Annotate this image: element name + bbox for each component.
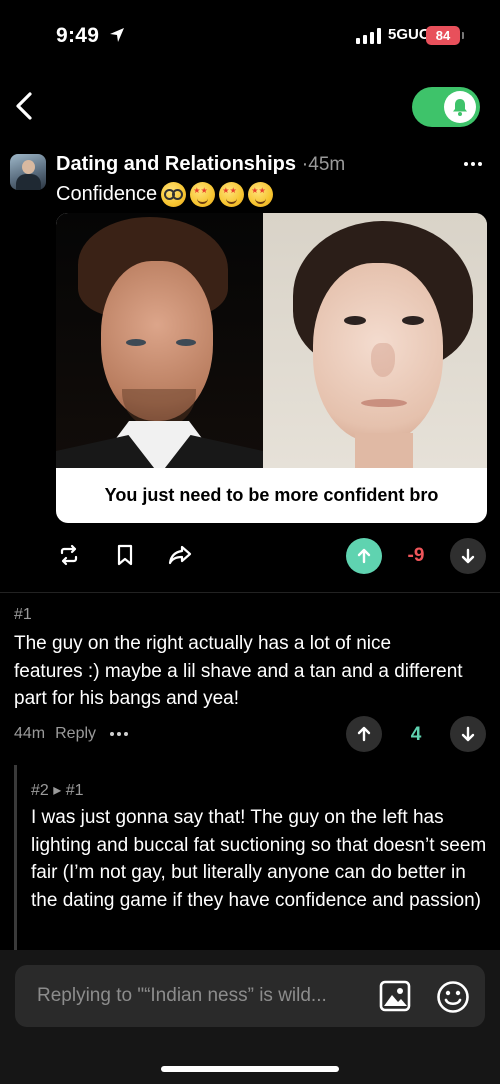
post-upvote-button[interactable]	[346, 538, 382, 574]
star-struck-emoji-icon	[248, 182, 274, 207]
bookmark-icon[interactable]	[111, 541, 139, 569]
meme-caption: You just need to be more confident bro	[104, 485, 439, 505]
reply-placeholder: Replying to "“Indian ness” is wild...	[37, 985, 327, 1006]
comment-body: The guy on the right actually has a lot …	[14, 633, 463, 709]
post-title: Confidence	[56, 182, 274, 207]
notification-toggle[interactable]	[412, 87, 480, 127]
arrow-up-icon	[357, 548, 371, 564]
star-struck-emoji-icon	[219, 182, 245, 207]
community-name[interactable]: Dating and Relationships	[56, 153, 296, 175]
comment-upvote-button[interactable]	[346, 716, 382, 752]
comment-age: 44m	[14, 725, 46, 742]
arrow-up-icon	[357, 726, 371, 742]
back-chevron-icon[interactable]	[12, 90, 36, 122]
comment-score: 4	[410, 724, 422, 745]
reply-comment-number: #2 ▸ #1	[31, 782, 84, 799]
home-indicator	[161, 1066, 339, 1072]
clock: 9:49	[56, 24, 100, 47]
comment-downvote-button[interactable]	[450, 716, 486, 752]
more-options-icon[interactable]	[464, 162, 482, 166]
emoji-picker-icon[interactable]	[436, 980, 470, 1014]
thread-line	[14, 765, 17, 950]
post-score: -9	[407, 545, 425, 566]
post-actions: -9	[0, 537, 500, 577]
arrow-down-icon	[461, 726, 475, 742]
post-image[interactable]: You just need to be more confident bro	[56, 213, 487, 523]
star-struck-emoji-icon	[190, 182, 216, 207]
comment-meta: 44m Reply	[14, 725, 129, 743]
meme-left-photo	[56, 213, 263, 468]
reply-button[interactable]: Reply	[55, 725, 96, 743]
cell-signal-icon	[356, 28, 381, 44]
post-header: Dating and Relationships ·45m	[56, 153, 345, 176]
meme-right-photo	[263, 213, 487, 468]
share-icon[interactable]	[166, 541, 194, 569]
post-age: 45m	[308, 154, 346, 175]
comment-number: #1	[14, 606, 32, 623]
status-bar: 9:49 5GUC 84	[0, 0, 500, 70]
nerd-face-emoji-icon	[161, 182, 187, 207]
post-downvote-button[interactable]	[450, 538, 486, 574]
battery-indicator: 84	[426, 26, 464, 45]
reply-comment-body: I was just gonna say that! The guy on th…	[31, 807, 487, 911]
post-title-text: Confidence	[56, 183, 158, 205]
image-attach-icon[interactable]	[379, 980, 411, 1012]
toggle-knob	[444, 91, 476, 123]
repost-icon[interactable]	[55, 541, 83, 569]
bell-icon	[453, 99, 467, 116]
arrow-down-icon	[461, 548, 475, 564]
comment-more-icon[interactable]	[110, 732, 129, 736]
divider	[0, 592, 500, 593]
community-avatar[interactable]	[10, 154, 46, 190]
network-type: 5GUC	[388, 26, 430, 43]
location-arrow-icon	[110, 28, 124, 42]
